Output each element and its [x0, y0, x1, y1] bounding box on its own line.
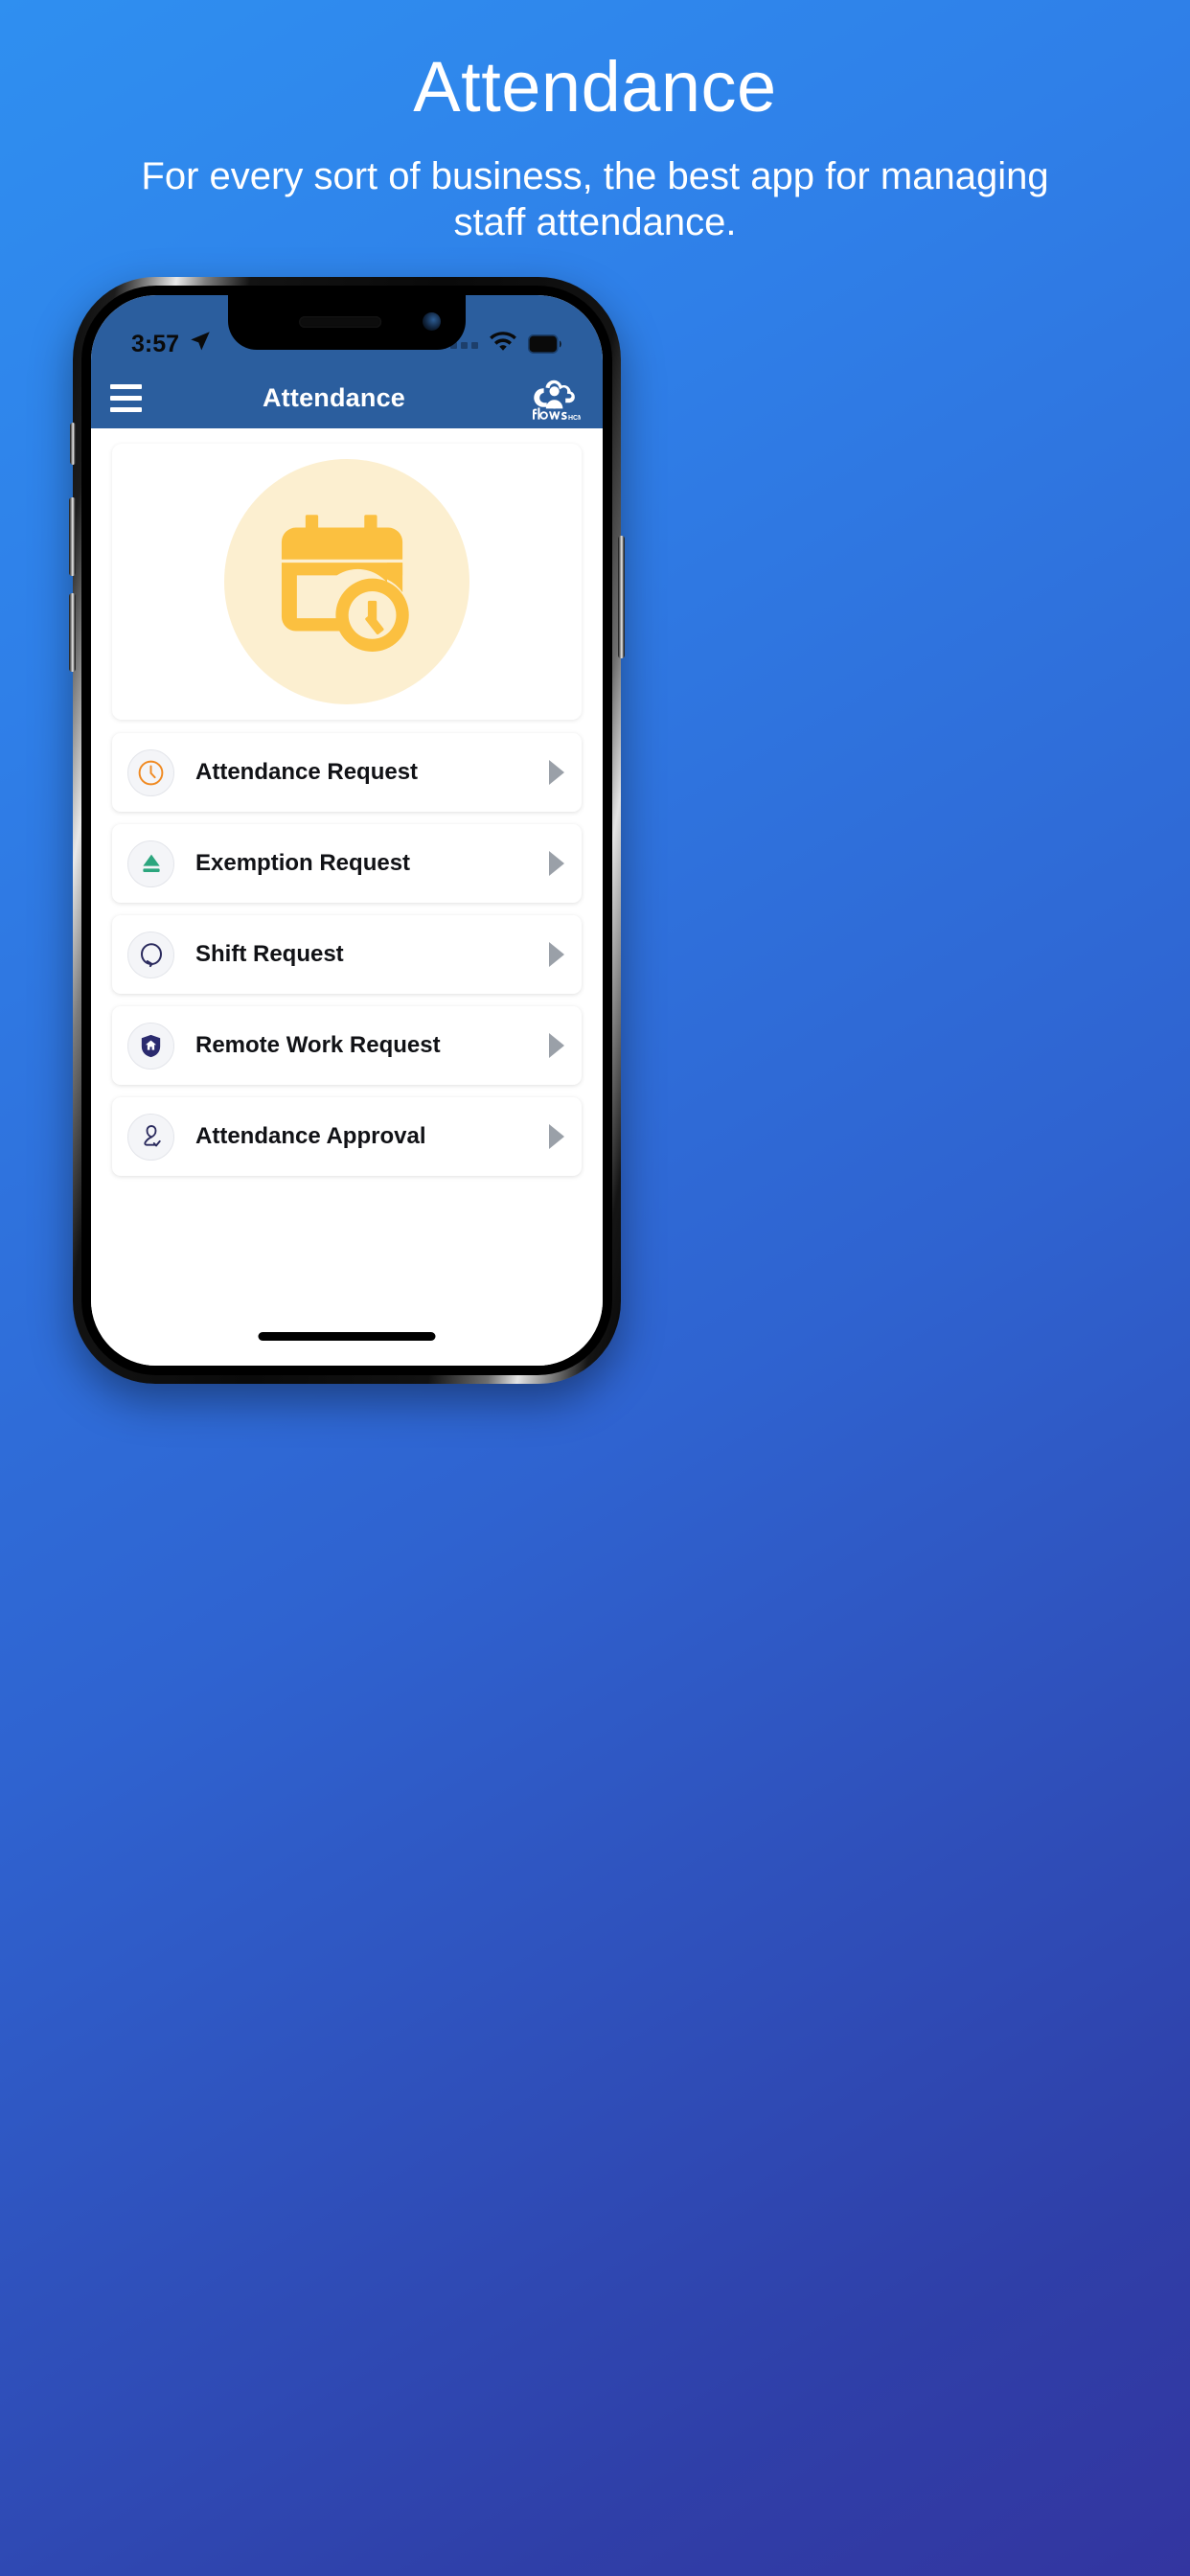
earpiece-speaker-icon	[299, 316, 382, 328]
app-header-bar: Attendance HC	[91, 368, 603, 428]
shield-home-icon	[127, 1022, 174, 1070]
volume-down-button[interactable]	[69, 593, 76, 672]
notch	[228, 295, 466, 350]
menu-list: Attendance Request Exemption Request Shi…	[112, 733, 582, 1176]
chevron-right-icon	[549, 851, 564, 876]
menu-item-label: Shift Request	[195, 941, 344, 967]
menu-item-label: Attendance Approval	[195, 1123, 426, 1149]
hero-circle-backdrop	[224, 459, 469, 704]
chevron-right-icon	[549, 942, 564, 967]
menu-item-exemption-request[interactable]: Exemption Request	[112, 824, 582, 903]
clock-icon	[127, 748, 174, 796]
refresh-loop-icon	[127, 931, 174, 978]
menu-item-attendance-approval[interactable]: Attendance Approval	[112, 1097, 582, 1176]
menu-item-label: Exemption Request	[195, 850, 411, 876]
status-bar-time: 3:57	[131, 331, 180, 357]
home-indicator-bar[interactable]	[258, 1332, 436, 1341]
phone-screen: 3:57 Attendance HC Attendance Request Ex…	[91, 295, 603, 1366]
menu-item-label: Remote Work Request	[195, 1032, 441, 1058]
app-content: Attendance Request Exemption Request Shi…	[91, 428, 603, 1366]
phone-mockup: 3:57 Attendance HC Attendance Request Ex…	[69, 277, 625, 1384]
calendar-clock-icon	[281, 515, 409, 653]
chevron-right-icon	[549, 1033, 564, 1058]
user-check-icon	[127, 1113, 174, 1161]
wifi-icon	[489, 332, 517, 360]
chevron-right-icon	[549, 760, 564, 785]
eject-triangle-icon	[127, 840, 174, 887]
front-camera-icon	[423, 312, 441, 331]
menu-item-shift-request[interactable]: Shift Request	[112, 915, 582, 994]
power-button[interactable]	[618, 536, 625, 658]
location-arrow-icon	[188, 329, 213, 360]
hamburger-menu-icon[interactable]	[110, 384, 142, 412]
page-title: Attendance	[413, 47, 777, 126]
volume-up-button[interactable]	[69, 497, 76, 576]
menu-item-remote-work-request[interactable]: Remote Work Request	[112, 1006, 582, 1085]
menu-item-label: Attendance Request	[195, 759, 419, 785]
hero-illustration-card	[112, 444, 582, 720]
promo-header: Attendance For every sort of business, t…	[0, 0, 1190, 246]
promo-subtitle: For every sort of business, the best app…	[141, 154, 1049, 244]
mute-switch-button[interactable]	[70, 423, 76, 465]
battery-full-icon	[528, 333, 564, 360]
cloud-person-logo-icon[interactable]: HCM	[526, 375, 582, 423]
app-title: Attendance	[262, 383, 406, 412]
chevron-right-icon	[549, 1124, 564, 1149]
status-bar: 3:57	[91, 295, 603, 368]
menu-item-attendance-request[interactable]: Attendance Request	[112, 733, 582, 812]
svg-text:HCM: HCM	[568, 415, 581, 421]
